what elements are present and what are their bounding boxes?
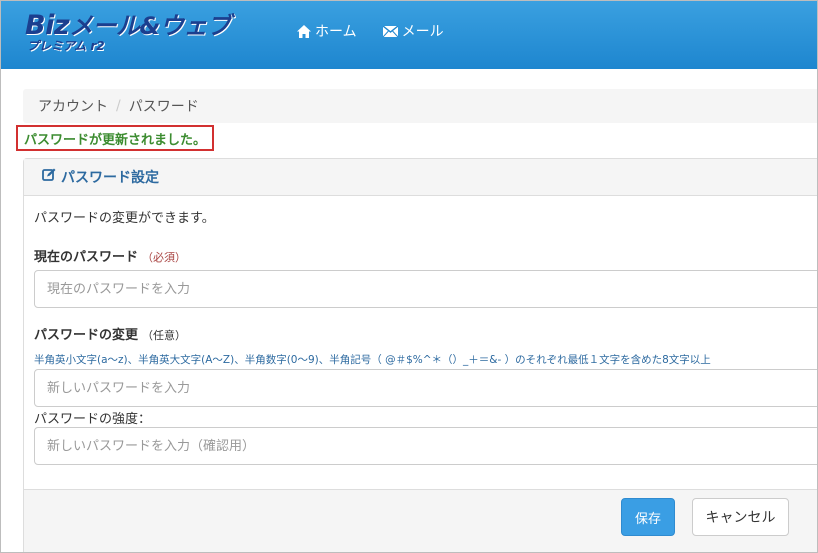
- password-requirements-hint: 半角英小文字(a〜z)、半角英大文字(A〜Z)、半角数字(0〜9)、半角記号（ …: [34, 354, 711, 366]
- edit-icon: [42, 168, 61, 186]
- success-message: パスワードが更新されました。: [16, 125, 215, 151]
- required-badge: （必須）: [142, 251, 187, 264]
- breadcrumb-separator: /: [116, 98, 121, 114]
- panel-title: パスワード設定: [61, 170, 159, 186]
- new-password-label: パスワードの変更 （任意）: [34, 328, 187, 343]
- breadcrumb: アカウント / パスワード: [23, 89, 817, 123]
- app-logo[interactable]: Bizメール&ウェブ プレミアム r2: [25, 10, 231, 53]
- header-bar: Bizメール&ウェブ プレミアム r2 ホーム メール: [1, 1, 817, 69]
- nav-home[interactable]: ホーム: [297, 21, 357, 41]
- cancel-button[interactable]: キャンセル: [692, 498, 789, 536]
- nav-mail[interactable]: メール: [382, 21, 444, 41]
- logo-subtitle: プレミアム r2: [27, 39, 105, 53]
- main-nav: ホーム メール: [297, 21, 444, 41]
- mail-icon: [382, 25, 398, 37]
- password-settings-panel: パスワード設定 パスワードの変更ができます。 現在のパスワード （必須） パスワー…: [23, 158, 817, 552]
- panel-footer: 保存 キャンセル: [24, 489, 817, 552]
- save-button[interactable]: 保存: [621, 498, 675, 536]
- new-password-input[interactable]: [34, 369, 817, 407]
- optional-badge: （任意）: [142, 329, 187, 342]
- app-window: Bizメール&ウェブ プレミアム r2 ホーム メール アカウント / パスワー…: [0, 0, 818, 553]
- current-password-label: 現在のパスワード （必須）: [34, 250, 187, 265]
- breadcrumb-account[interactable]: アカウント: [38, 96, 108, 116]
- home-icon: [297, 24, 311, 38]
- nav-mail-label: メール: [401, 24, 444, 40]
- confirm-password-input[interactable]: [34, 427, 817, 465]
- breadcrumb-password: パスワード: [128, 99, 199, 115]
- logo-title: Bizメール&ウェブ: [25, 10, 231, 41]
- nav-home-label: ホーム: [315, 24, 357, 40]
- current-password-input[interactable]: [34, 270, 817, 308]
- panel-description: パスワードの変更ができます。: [34, 211, 215, 226]
- panel-heading: パスワード設定: [24, 159, 817, 196]
- password-strength-label: パスワードの強度：: [34, 412, 152, 427]
